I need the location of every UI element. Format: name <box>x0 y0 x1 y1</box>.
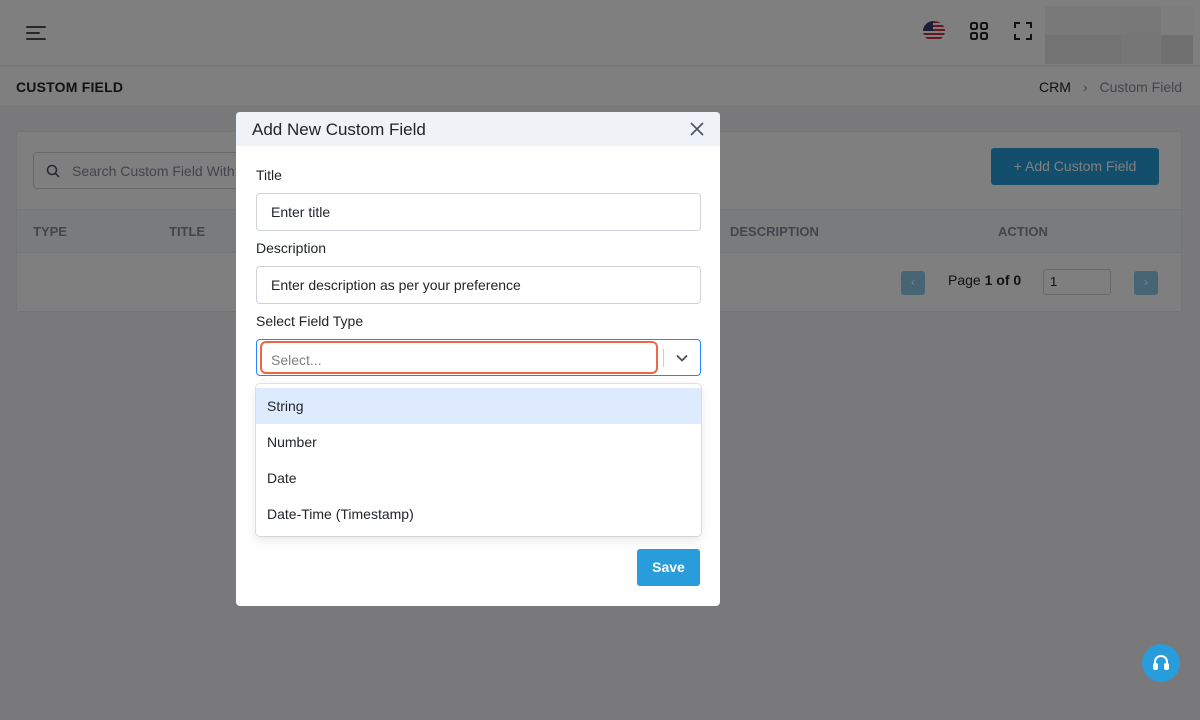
select-separator <box>663 349 664 367</box>
modal-title: Add New Custom Field <box>252 120 426 139</box>
select-placeholder: Select... <box>271 352 322 368</box>
close-icon[interactable] <box>689 121 705 137</box>
save-button[interactable]: Save <box>637 549 700 586</box>
add-custom-field-modal: Add New Custom Field Title Enter title D… <box>236 112 720 606</box>
description-label: Description <box>256 240 327 256</box>
option-date[interactable]: Date <box>256 460 701 496</box>
field-type-dropdown-menu: String Number Date Date-Time (Timestamp) <box>256 384 701 536</box>
field-type-label: Select Field Type <box>256 313 364 329</box>
option-date-time[interactable]: Date-Time (Timestamp) <box>256 496 701 532</box>
chevron-down-icon[interactable] <box>675 351 689 365</box>
option-string[interactable]: String <box>256 388 701 424</box>
headset-icon <box>1153 655 1169 670</box>
support-chat-button[interactable] <box>1142 644 1180 682</box>
title-label: Title <box>256 167 282 183</box>
field-type-select-input[interactable]: Select... <box>260 341 658 374</box>
description-input[interactable]: Enter description as per your preference <box>256 266 701 304</box>
field-type-select[interactable]: Select... <box>256 339 701 376</box>
option-number[interactable]: Number <box>256 424 701 460</box>
title-input[interactable]: Enter title <box>256 193 701 231</box>
modal-header: Add New Custom Field <box>236 112 720 146</box>
